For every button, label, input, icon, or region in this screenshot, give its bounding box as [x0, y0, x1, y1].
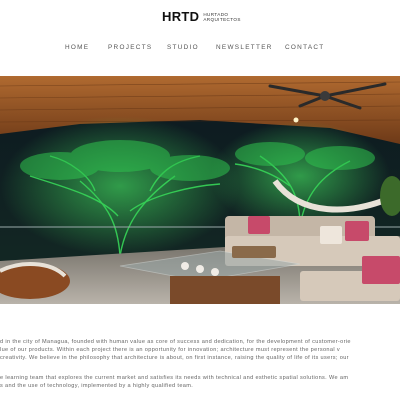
- about-paragraph-2-line-1: e learning team that explores the curren…: [0, 375, 349, 381]
- about-paragraph-2: e learning team that explores the curren…: [0, 374, 400, 390]
- nav-item-projects[interactable]: PROJECTS: [108, 43, 153, 53]
- brand-name-line2: ARQUITECTOS: [203, 17, 241, 22]
- nav-item-home[interactable]: HOME: [65, 43, 89, 53]
- hero-image: [0, 76, 400, 304]
- main-nav: HOME PROJECTS STUDIO NEWSLETTER CONTACT: [0, 43, 400, 53]
- brand-mark: HRTD: [162, 9, 200, 24]
- about-paragraph-1-line-3: creativity. We believe in the philosophy…: [0, 355, 349, 361]
- about-paragraph-1-line-2: lue of our products. Within each project…: [0, 347, 340, 353]
- brand-name: HURTADO ARQUITECTOS: [203, 12, 241, 22]
- brand-logo[interactable]: HRTD HURTADO ARQUITECTOS: [162, 10, 241, 24]
- about-paragraph-1-line-1: d in the city of Managua, founded with h…: [0, 339, 351, 345]
- nav-item-newsletter[interactable]: NEWSLETTER: [216, 43, 273, 53]
- nav-item-studio[interactable]: STUDIO: [167, 43, 199, 53]
- nav-item-contact[interactable]: CONTACT: [285, 43, 325, 53]
- about-paragraph-1: d in the city of Managua, founded with h…: [0, 338, 400, 362]
- terrace-photo-icon: [0, 76, 400, 304]
- about-paragraph-2-line-2: s and the use of technology, implemented…: [0, 383, 194, 389]
